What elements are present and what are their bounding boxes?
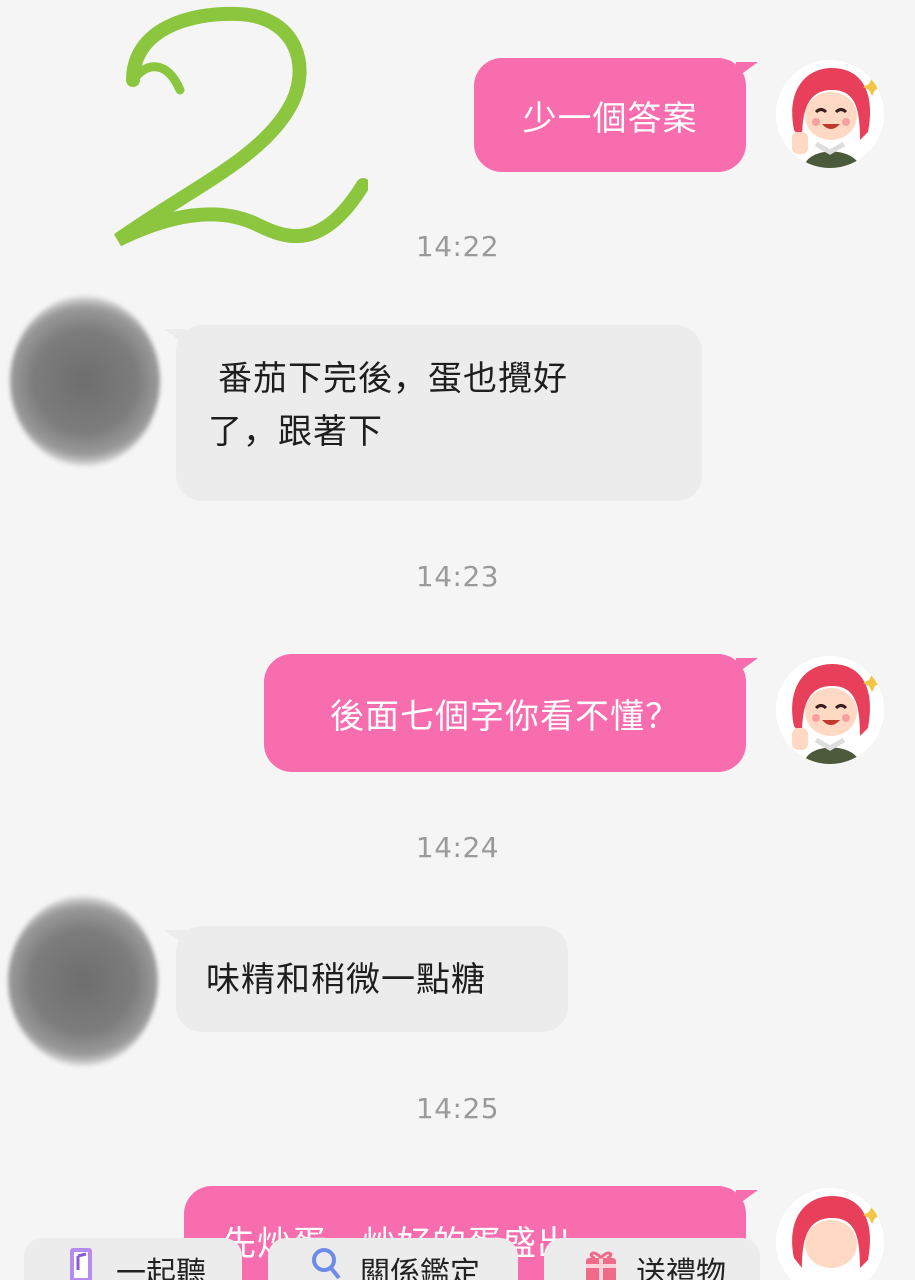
- their-message-bubble[interactable]: 味精和稍微一點糖: [164, 926, 568, 1032]
- action-label: 送禮物: [636, 1256, 726, 1280]
- blurred-contact-avatar[interactable]: [10, 296, 160, 466]
- timestamp: 14:25: [415, 1092, 500, 1125]
- my-avatar[interactable]: [776, 60, 884, 168]
- relationship-check-button[interactable]: 關係鑑定: [268, 1238, 518, 1280]
- chat-screen: 少一個答案 14:22 番茄下完後，蛋也攪好 了，跟著下 14:23 後面七個字…: [0, 0, 915, 1280]
- my-avatar[interactable]: [776, 656, 884, 764]
- music-note-icon: [70, 1248, 92, 1280]
- my-message-bubble[interactable]: 少一個答案: [474, 58, 758, 172]
- send-gift-button[interactable]: 送禮物: [544, 1238, 760, 1280]
- anime-girl-avatar-icon: [776, 60, 884, 168]
- quick-action-bar: 一起聽 關係鑑定 送禮物: [0, 1234, 915, 1280]
- timestamp: 14:24: [415, 831, 500, 864]
- message-text: 味精和稍微一點糖: [206, 960, 486, 1000]
- message-text: 後面七個字你看不懂？: [330, 696, 680, 737]
- gift-icon: [586, 1251, 616, 1280]
- timestamp: 14:23: [415, 560, 500, 593]
- action-label: 關係鑑定: [360, 1256, 480, 1280]
- anime-girl-avatar-icon: [776, 656, 884, 764]
- timestamp: 14:22: [415, 230, 500, 263]
- message-text: 少一個答案: [522, 98, 698, 139]
- listen-together-button[interactable]: 一起聽: [24, 1238, 242, 1280]
- message-text-line-2: 了，跟著下: [208, 411, 383, 452]
- action-label: 一起聽: [116, 1256, 206, 1280]
- magnifier-icon: [312, 1248, 341, 1280]
- my-message-bubble[interactable]: 後面七個字你看不懂？: [264, 654, 758, 772]
- message-text-line-1: 番茄下完後，蛋也攪好: [218, 359, 568, 399]
- blurred-contact-avatar[interactable]: [8, 896, 158, 1066]
- their-message-bubble[interactable]: 番茄下完後，蛋也攪好 了，跟著下: [164, 325, 702, 501]
